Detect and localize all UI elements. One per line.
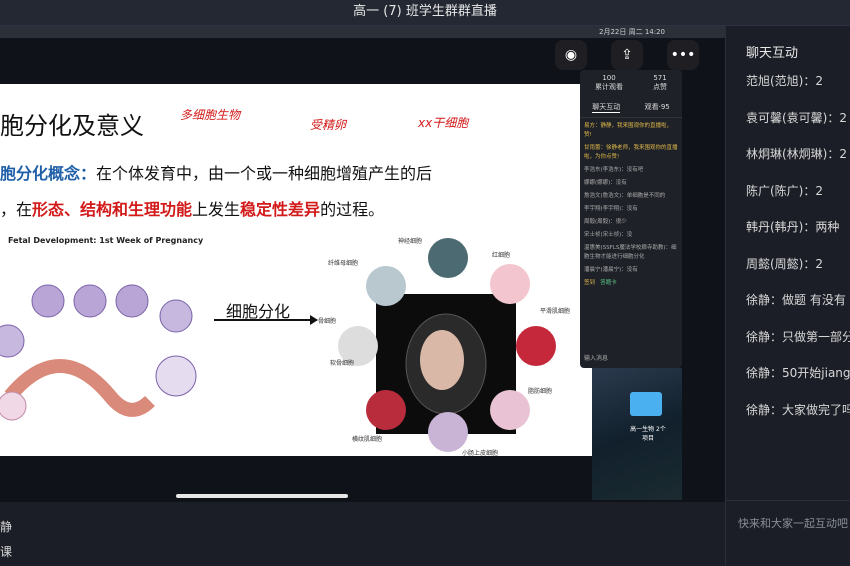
likes-stat: 571 点赞: [653, 74, 667, 92]
chat-list: 范旭(范旭)：2 袁可馨(袁可馨)：2 林炯琳(林炯琳)：2 陈广(陈广)：2 …: [746, 72, 850, 437]
concept-text: 在个体发育中，由一个或一种细胞增殖产生的后: [96, 164, 433, 183]
chat-header: 聊天互动: [746, 46, 799, 61]
host-name: 静: [0, 520, 13, 534]
likes-label: 点赞: [653, 83, 667, 91]
tab-chat[interactable]: 聊天互动: [592, 102, 621, 113]
cell-label: 软骨细胞: [330, 360, 355, 367]
list-item: 周毅(周毅)：很少: [584, 219, 627, 225]
line2-highlight-1: 形态、结构和生理功能: [32, 200, 193, 219]
menubar-status: 2月22日 周二 14:20: [599, 28, 665, 36]
folder-icon[interactable]: [630, 392, 662, 416]
list-item: 潘晨宁(潘晨宁)：没有: [584, 267, 638, 273]
list-item: 温惠美(SSFLS魔法学校廊寺助教)：细胞生物才能进行细胞分化: [584, 245, 677, 260]
list-item: 甘雨蕾：徐静老师，我来围观你的直播啦，为你点赞!: [584, 145, 678, 160]
list-item: 宋士祯(宋士祯)：没: [584, 232, 633, 238]
course-label: 课: [0, 545, 13, 559]
bottom-bar: 静 课: [0, 502, 725, 566]
mini-tabs: 聊天互动 观看·95: [580, 102, 682, 118]
mini-actions: 签到 答题卡: [584, 279, 678, 288]
answer-card-button[interactable]: 答题卡: [600, 280, 617, 286]
slide-title: 胞分化及意义: [0, 112, 144, 140]
line2-mid: 上发生: [192, 200, 241, 219]
list-item: 詹浩文(詹浩文)：单细胞是不同的: [584, 193, 666, 199]
mini-stats: 100 累计观看 571 点赞: [580, 70, 682, 92]
cell-label: 骨细胞: [318, 318, 337, 325]
sign-button[interactable]: 签到: [584, 280, 595, 286]
window-title: 高一 (7) 班学生群群直播: [0, 0, 850, 26]
concept-line: 胞分化概念：在个体发育中，由一个或一种细胞增殖产生的后: [0, 160, 432, 184]
list-item: 徐静：只做第一部分: [746, 329, 850, 344]
list-item: 李宇翔(李宇翔)：没有: [584, 206, 638, 212]
list-item: 娜娜(娜娜)：没有: [584, 180, 627, 186]
camera-button[interactable]: ◉: [555, 40, 587, 70]
line2-suffix: 的过程。: [320, 200, 385, 219]
more-icon: •••: [670, 47, 696, 63]
list-item: 周懿(周懿)：2: [746, 256, 823, 271]
mini-chat-window: 100 累计观看 571 点赞 聊天互动 观看·95 易方：静静，我来围观你的直播啦…: [580, 70, 682, 368]
mini-input[interactable]: 输入消息: [584, 353, 608, 362]
views-stat: 100 累计观看: [595, 74, 623, 92]
cell-label: 纤维母细胞: [328, 260, 359, 267]
annotation-2: 受精卵: [310, 118, 347, 132]
chat-input[interactable]: 快来和大家一起互动吧: [738, 515, 848, 531]
cell-label: 横纹肌细胞: [352, 436, 383, 443]
cell-types-ring: [338, 238, 556, 452]
list-item: 徐静：50开始jiang: [746, 366, 850, 380]
fetal-development-diagram: [0, 284, 197, 421]
line2-prefix: ，在: [0, 200, 33, 219]
cell-label: 平滑肌细胞: [540, 308, 571, 315]
views-value: 100: [602, 74, 616, 82]
differentiation-arrow: [214, 319, 314, 321]
list-item: 袁可馨(袁可馨)：2: [746, 110, 847, 125]
cell-label: 红细胞: [492, 252, 511, 259]
cell-label: 神经细胞: [398, 238, 423, 245]
share-icon: ⇪: [621, 47, 633, 63]
more-button[interactable]: •••: [667, 40, 699, 70]
list-item: 韩丹(韩丹)：两种: [746, 220, 840, 234]
line2-highlight-2: 稳定性差异: [240, 200, 321, 219]
list-item: 徐静：大家做完了吗: [746, 402, 850, 417]
mac-menubar: 2月22日 周二 14:20: [0, 26, 725, 38]
list-item: 徐静：做题 有没有 多: [746, 293, 850, 307]
presentation-slide: 胞分化及意义 多细胞生物 受精卵 xx干细胞 胞分化概念：在个体发育中，由一个或…: [0, 84, 592, 456]
camera-icon: ◉: [564, 47, 578, 63]
list-item: 易方：静静，我来围观你的直播啦，赞!: [584, 123, 673, 138]
slide-scrollbar[interactable]: [176, 494, 348, 498]
list-item: 李浩东(李浩东)：没有吧: [584, 167, 644, 173]
tab-viewers[interactable]: 观看·95: [645, 102, 670, 113]
annotation-1: 多细胞生物: [180, 108, 241, 122]
concept-line-2: ，在形态、结构和生理功能上发生稳定性差异的过程。: [0, 196, 384, 220]
list-item: 陈广(陈广)：2: [746, 183, 823, 198]
list-item: 范旭(范旭)：2: [746, 74, 823, 88]
chat-input-area: 快来和大家一起互动吧: [726, 500, 850, 566]
arrow-head: [310, 315, 318, 325]
concept-label: 胞分化概念：: [0, 164, 97, 183]
likes-value: 571: [653, 74, 667, 82]
folder-label: 高一生物 2个项目: [630, 426, 666, 442]
views-label: 累计观看: [595, 83, 623, 91]
list-item: 林炯琳(林炯琳)：2: [746, 147, 847, 161]
fetal-diagram-title: Fetal Development: 1st Week of Pregnancy: [8, 236, 204, 245]
share-button[interactable]: ⇪: [611, 40, 643, 70]
chat-panel: 聊天互动 范旭(范旭)：2 袁可馨(袁可馨)：2 林炯琳(林炯琳)：2 陈广(陈…: [725, 26, 850, 566]
annotation-3: xx干细胞: [418, 116, 469, 130]
mini-message-list: 易方：静静，我来围观你的直播啦，赞! 甘雨蕾：徐静老师，我来围观你的直播啦，为你…: [580, 118, 682, 296]
cell-label: 脂肪细胞: [528, 388, 553, 395]
cell-label: 小肠上皮细胞: [462, 450, 499, 456]
